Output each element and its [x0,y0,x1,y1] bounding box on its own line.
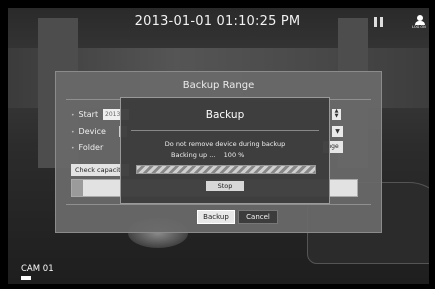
backup-range-title: Backup Range [182,80,255,91]
pause-icon[interactable] [374,17,383,27]
backup-progress-bar [136,165,316,174]
cancel-button[interactable]: Cancel [238,210,278,224]
user-label: LOG ON [412,25,426,29]
capacity-fill [72,180,84,196]
backup-dialog-title: Backup [205,109,245,121]
backup-status: Backing up ... 100 % [171,151,245,159]
folder-label: • Folder [71,143,104,152]
device-label: • Device [71,127,106,136]
backup-progress-fill [137,166,315,173]
user-icon[interactable]: LOG ON [412,15,426,29]
start-spinner[interactable]: ▲ ▼ [332,109,341,120]
stop-button[interactable]: Stop [206,181,244,191]
backup-progress-dialog: Backup Do not remove device during backu… [120,97,330,204]
bullet-icon: • [71,145,75,152]
chevron-down-icon[interactable]: ▼ [332,126,343,137]
dvr-screen: 2013-01-01 01:10:25 PM LOG ON CAM 01 Bac… [0,0,435,289]
datetime-display: 2013-01-01 01:10:25 PM [134,14,301,29]
start-label: • Start [71,110,99,119]
bullet-icon: • [71,112,75,119]
backup-button[interactable]: Backup [197,210,235,224]
camera-label: CAM 01 [21,264,54,274]
divider [131,130,319,131]
record-icon [21,276,31,280]
bullet-icon: • [71,129,75,136]
divider [66,204,371,205]
backup-warning: Do not remove device during backup [164,140,286,148]
